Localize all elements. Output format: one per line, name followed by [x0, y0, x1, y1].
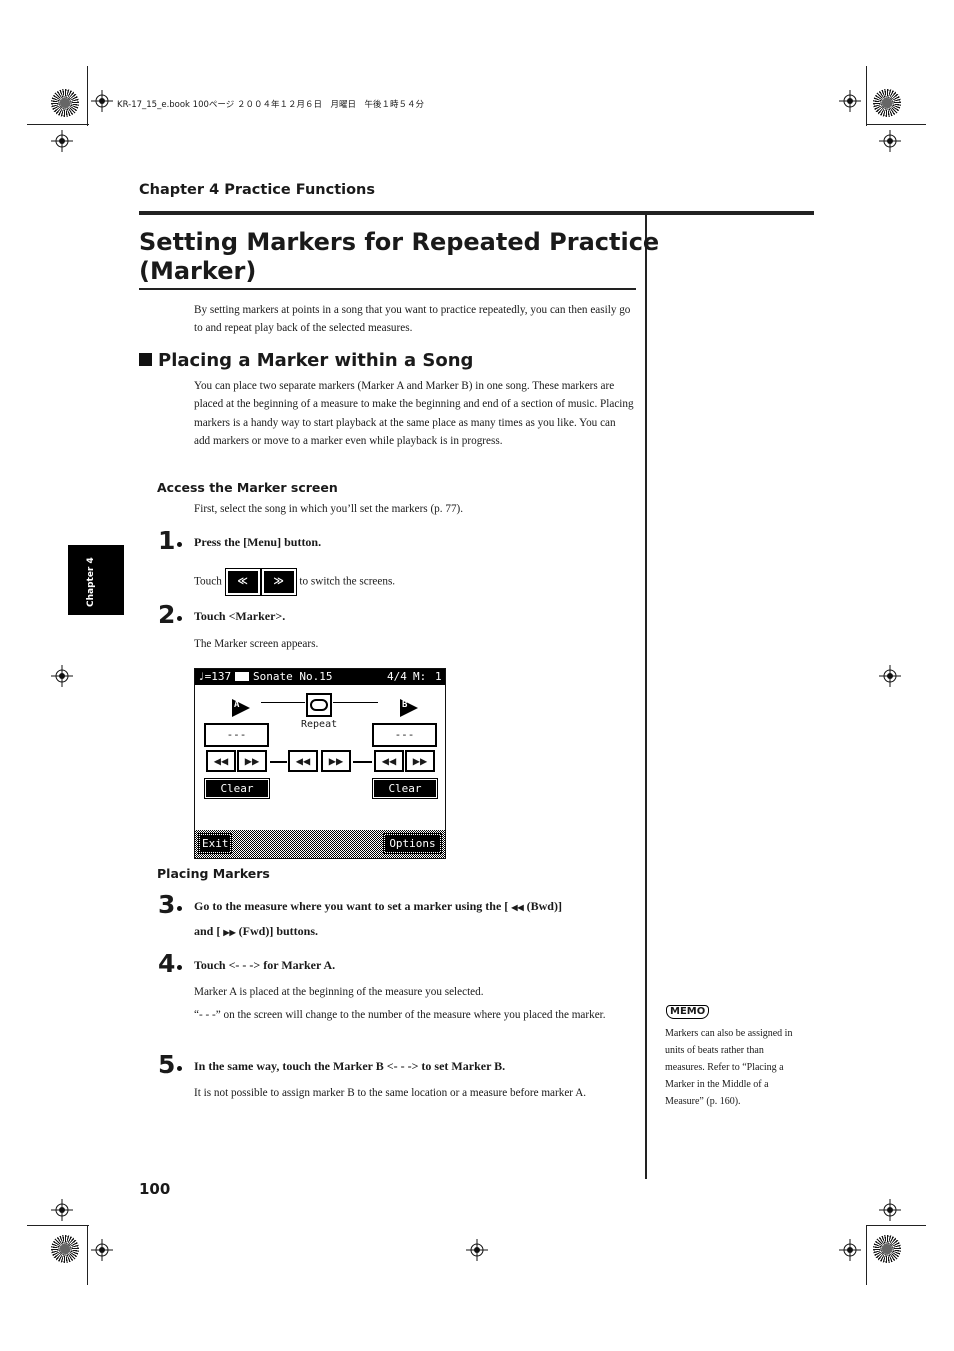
crosshair-mark: [91, 1239, 113, 1261]
title-rule: [139, 288, 636, 290]
marker-a-bwd-button[interactable]: ◀◀: [206, 750, 236, 772]
crop-mark: [27, 1225, 89, 1226]
memo-icon: MEMO: [666, 1005, 710, 1019]
crosshair-mark: [51, 665, 73, 687]
options-button[interactable]: Options: [383, 833, 442, 854]
section-heading: Placing a Marker within a Song: [139, 350, 473, 371]
marker-b-bwd-button[interactable]: ◀◀: [374, 750, 404, 772]
chapter-rule: [139, 211, 814, 215]
chapter-side-tab: Chapter 4: [68, 545, 124, 615]
exit-button[interactable]: Exit: [198, 833, 232, 854]
repeat-icon: [310, 699, 328, 711]
crop-mark: [27, 124, 89, 125]
step-number: 5: [158, 1052, 182, 1077]
tempo: ♩=137: [198, 670, 232, 683]
step-text-cont: and [ ▶▶ (Fwd)] buttons.: [194, 924, 318, 938]
marker-screen: ♩=137 Sonate No.15 4/4 M: 1 A B Repeat -…: [194, 668, 446, 859]
connector-line: [261, 702, 305, 703]
repeat-label: Repeat: [301, 719, 338, 730]
crosshair-mark: [879, 1199, 901, 1221]
lcd-footer: Exit Options: [195, 830, 445, 858]
intro-text: By setting markers at points in a song t…: [194, 304, 631, 335]
fwd-button[interactable]: ▶▶: [321, 750, 351, 772]
crop-mark: [87, 66, 88, 126]
registration-rosette-bl: [51, 1235, 79, 1263]
step-text: Press the [Menu] button.: [194, 535, 322, 549]
step-number: 2: [158, 602, 182, 627]
marker-b-clear-button[interactable]: Clear: [372, 778, 438, 799]
crosshair-mark: [51, 130, 73, 152]
page-number: 100: [139, 1180, 171, 1198]
crosshair-mark: [839, 1239, 861, 1261]
print-header: KR-17_15_e.book 100ページ ２００４年１２月６日 月曜日 午後…: [117, 100, 424, 110]
access-text: First, select the song in which you’ll s…: [194, 503, 464, 515]
crosshair-mark: [51, 1199, 73, 1221]
step-text: Touch <- - -> for Marker A.: [194, 958, 336, 972]
step-text: Touch <Marker>.: [194, 609, 286, 623]
page-title: Setting Markers for Repeated Practice (M…: [139, 228, 659, 286]
connector-line: [353, 761, 372, 763]
step-subtext: “- - -” on the screen will change to the…: [194, 1009, 606, 1021]
page-title-line1: Setting Markers for Repeated Practice: [139, 228, 660, 256]
bwd-button[interactable]: ◀◀: [288, 750, 318, 772]
square-bullet-icon: [139, 353, 152, 366]
marker-b-fwd-button[interactable]: ▶▶: [405, 750, 435, 772]
crop-mark: [866, 1225, 926, 1226]
book-icon: [235, 672, 249, 681]
section-body: You can place two separate markers (Mark…: [194, 380, 634, 447]
crop-mark: [866, 1225, 867, 1285]
repeat-button[interactable]: [306, 693, 332, 717]
placing-heading: Placing Markers: [157, 866, 270, 881]
crosshair-mark: [839, 90, 861, 112]
connector-line: [270, 761, 287, 763]
measure-label: M:: [413, 670, 427, 683]
crop-mark: [866, 124, 926, 125]
access-heading: Access the Marker screen: [157, 480, 338, 495]
chapter-header: Chapter 4 Practice Functions: [139, 182, 376, 198]
step-subtext: It is not possible to assign marker B to…: [194, 1087, 587, 1099]
touch-instruction: Touch ≪ ≫ to switch the screens.: [194, 568, 395, 596]
next-screen-icon: ≫: [260, 568, 297, 596]
crosshair-mark: [466, 1239, 488, 1261]
marker-a-value-button[interactable]: ---: [204, 723, 269, 747]
time-signature: 4/4: [387, 670, 407, 683]
registration-rosette-tr: [873, 89, 901, 117]
step-subtext: Marker A is placed at the beginning of t…: [194, 986, 484, 998]
step-number: 1: [158, 528, 182, 553]
step-text: In the same way, touch the Marker B <- -…: [194, 1059, 506, 1073]
crosshair-mark: [879, 130, 901, 152]
step-text: Go to the measure where you want to set …: [194, 899, 562, 913]
step-number: 3: [158, 892, 182, 917]
marker-b-value-button[interactable]: ---: [372, 723, 437, 747]
step-subtext: The Marker screen appears.: [194, 638, 319, 650]
memo-text: Markers can also be assigned in units of…: [665, 1028, 793, 1107]
crop-mark: [87, 1225, 88, 1285]
marker-b-flag-label: B: [402, 700, 408, 710]
marker-a-fwd-button[interactable]: ▶▶: [237, 750, 267, 772]
column-divider: [645, 213, 647, 1179]
fwd-icon: ▶▶: [223, 928, 236, 937]
lcd-status-bar: ♩=137 Sonate No.15 4/4 M: 1: [195, 669, 445, 685]
marker-a-flag-label: A: [234, 700, 240, 710]
marker-a-clear-button[interactable]: Clear: [204, 778, 270, 799]
registration-rosette-tl: [51, 89, 79, 117]
bwd-icon: ◀◀: [511, 903, 524, 912]
song-name: Sonate No.15: [253, 670, 333, 683]
connector-line: [333, 702, 378, 703]
crop-mark: [866, 66, 867, 126]
prev-screen-icon: ≪: [224, 568, 261, 596]
page-title-line2: (Marker): [139, 257, 257, 285]
step-number: 4: [158, 951, 182, 976]
measure-value: 1: [435, 670, 442, 683]
crosshair-mark: [91, 90, 113, 112]
crosshair-mark: [879, 665, 901, 687]
registration-rosette-br: [873, 1235, 901, 1263]
